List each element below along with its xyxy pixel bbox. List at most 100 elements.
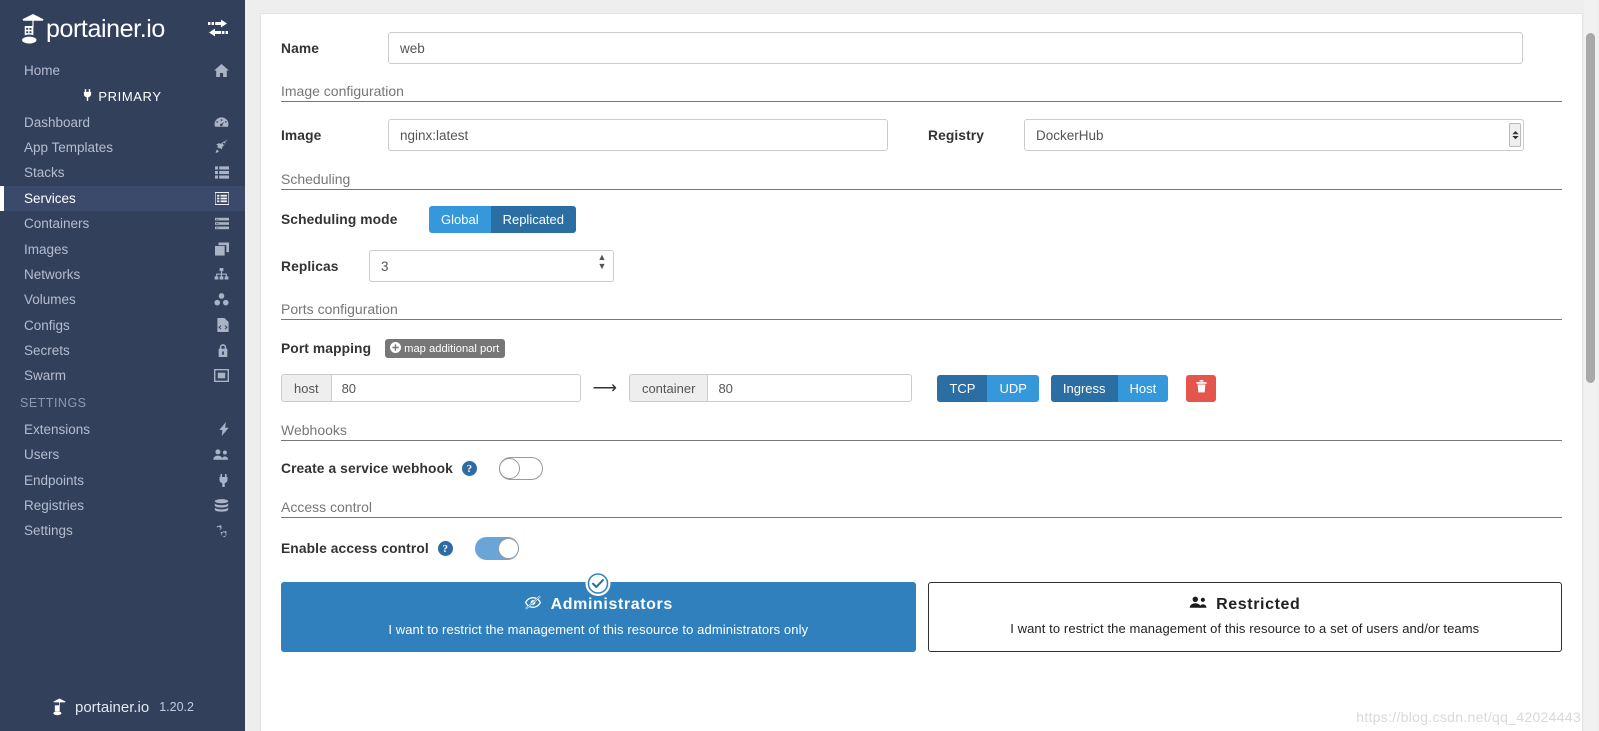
file-code-icon	[212, 318, 229, 333]
replicas-increment-icon[interactable]: ▲	[595, 253, 609, 262]
chevron-down-icon[interactable]	[1509, 123, 1521, 147]
registry-label: Registry	[928, 127, 985, 143]
bolt-icon	[212, 422, 229, 437]
sidebar-item-settings[interactable]: Settings	[0, 518, 245, 543]
sitemap-icon	[212, 267, 229, 282]
page-scrollbar[interactable]	[1584, 0, 1597, 731]
sidebar-item-label: Containers	[24, 216, 90, 232]
image-input[interactable]	[388, 119, 888, 151]
publish-mode-host-button[interactable]: Host	[1117, 374, 1169, 402]
list-icon	[212, 165, 229, 180]
service-form-panel: Name Image configuration Image Registry	[260, 13, 1583, 731]
sidebar-section-label: PRIMARY	[98, 88, 162, 104]
enable-access-control-label: Enable access control	[281, 541, 429, 556]
replicas-decrement-icon[interactable]: ▼	[595, 262, 609, 271]
sidebar-item-label: Services	[24, 190, 76, 206]
protocol-tcp-button[interactable]: TCP	[937, 374, 988, 402]
sidebar-item-label: Stacks	[24, 165, 65, 181]
sidebar-item-label: Endpoints	[24, 472, 85, 488]
sidebar-item-label: Configs	[24, 317, 70, 333]
sidebar: portainer.io Home PRIMARY Dashboard App …	[0, 0, 245, 731]
remove-port-mapping-button[interactable]	[1186, 374, 1217, 402]
sidebar-item-label: Users	[24, 447, 60, 463]
sidebar-item-home[interactable]: Home	[0, 58, 245, 83]
sidebar-nav: Home PRIMARY Dashboard App Templates Sta…	[0, 58, 245, 544]
footer-brand-label: portainer.io	[75, 698, 150, 716]
name-input[interactable]	[388, 32, 1523, 64]
access-control-cards: Administrators I want to restrict the ma…	[281, 571, 1562, 652]
home-icon	[212, 63, 229, 78]
sidebar-item-stacks[interactable]: Stacks	[0, 160, 245, 185]
sidebar-item-users[interactable]: Users	[0, 442, 245, 467]
container-port-input[interactable]	[707, 374, 913, 402]
sidebar-item-label: Secrets	[24, 343, 70, 359]
sidebar-item-extensions[interactable]: Extensions	[0, 417, 245, 442]
host-port-group: host	[281, 374, 581, 402]
exchange-arrows-icon[interactable]	[205, 18, 231, 40]
sidebar-item-configs[interactable]: Configs	[0, 313, 245, 338]
section-webhooks: Webhooks	[281, 422, 1562, 441]
sidebar-item-volumes[interactable]: Volumes	[0, 287, 245, 312]
replicas-row: Replicas ▲ ▼	[281, 250, 1562, 282]
scheduling-mode-global-button[interactable]: Global	[429, 206, 491, 233]
section-image-configuration: Image configuration	[281, 83, 1562, 102]
sidebar-item-dashboard[interactable]: Dashboard	[0, 109, 245, 134]
key-icon	[212, 343, 229, 358]
th-list-icon	[212, 191, 229, 206]
sidebar-item-endpoints[interactable]: Endpoints	[0, 467, 245, 492]
sidebar-item-registries[interactable]: Registries	[0, 493, 245, 518]
access-card-description: I want to restrict the management of thi…	[388, 622, 809, 637]
portainer-logo-icon	[18, 12, 48, 46]
sidebar-item-label: Home	[24, 63, 61, 79]
replicas-spinner-buttons[interactable]: ▲ ▼	[595, 253, 609, 271]
image-row: Image Registry	[281, 119, 1562, 151]
sidebar-item-label: Settings	[24, 523, 73, 539]
plug-icon	[212, 473, 229, 488]
service-webhook-toggle[interactable]	[498, 457, 543, 480]
service-webhook-label: Create a service webhook	[281, 461, 453, 476]
toggle-knob	[498, 458, 520, 479]
sidebar-item-images[interactable]: Images	[0, 236, 245, 261]
plug-icon	[83, 89, 92, 104]
replicas-label: Replicas	[281, 258, 339, 274]
registry-select[interactable]	[1024, 119, 1524, 151]
tachometer-icon	[212, 115, 229, 130]
replicas-input[interactable]	[369, 250, 614, 282]
sidebar-item-label: Dashboard	[24, 114, 91, 130]
footer-version: 1.20.2	[159, 700, 194, 714]
protocol-udp-button[interactable]: UDP	[987, 374, 1039, 402]
sidebar-item-networks[interactable]: Networks	[0, 262, 245, 287]
sidebar-header: portainer.io	[0, 0, 245, 58]
access-card-title: Administrators	[550, 596, 673, 613]
brand-logo[interactable]: portainer.io	[18, 12, 205, 46]
container-port-group: container	[628, 374, 913, 402]
question-circle-icon[interactable]: ?	[437, 541, 453, 556]
rocket-icon	[212, 140, 229, 155]
eye-slash-icon	[524, 595, 542, 615]
sidebar-item-secrets[interactable]: Secrets	[0, 338, 245, 363]
sidebar-item-swarm[interactable]: Swarm	[0, 363, 245, 388]
scheduling-mode-row: Scheduling mode Global Replicated	[281, 206, 1562, 233]
access-card-title: Restricted	[1216, 595, 1301, 613]
name-label: Name	[281, 40, 319, 56]
question-circle-icon[interactable]: ?	[461, 461, 477, 476]
sidebar-section-primary: PRIMARY	[0, 83, 245, 109]
map-additional-port-button[interactable]: map additional port	[385, 339, 506, 358]
sidebar-item-containers[interactable]: Containers	[0, 211, 245, 236]
access-card-restricted[interactable]: Restricted I want to restrict the manage…	[927, 582, 1562, 652]
sidebar-item-services[interactable]: Services	[0, 185, 245, 211]
access-card-administrators[interactable]: Administrators I want to restrict the ma…	[281, 571, 916, 652]
scheduling-mode-replicated-button[interactable]: Replicated	[490, 206, 577, 233]
page-scrollbar-thumb[interactable]	[1586, 33, 1595, 383]
section-access-control: Access control	[281, 499, 1562, 518]
plus-circle-icon	[390, 341, 402, 356]
portainer-app: portainer.io Home PRIMARY Dashboard App …	[0, 0, 1599, 731]
sidebar-item-app-templates[interactable]: App Templates	[0, 135, 245, 160]
publish-mode-ingress-button[interactable]: Ingress	[1050, 374, 1118, 402]
sidebar-item-label: Networks	[24, 266, 81, 282]
map-additional-port-label: map additional port	[404, 342, 500, 355]
users-icon	[1189, 595, 1207, 614]
host-port-input[interactable]	[330, 374, 581, 402]
enable-access-control-toggle[interactable]	[474, 537, 519, 560]
image-label: Image	[281, 127, 322, 143]
